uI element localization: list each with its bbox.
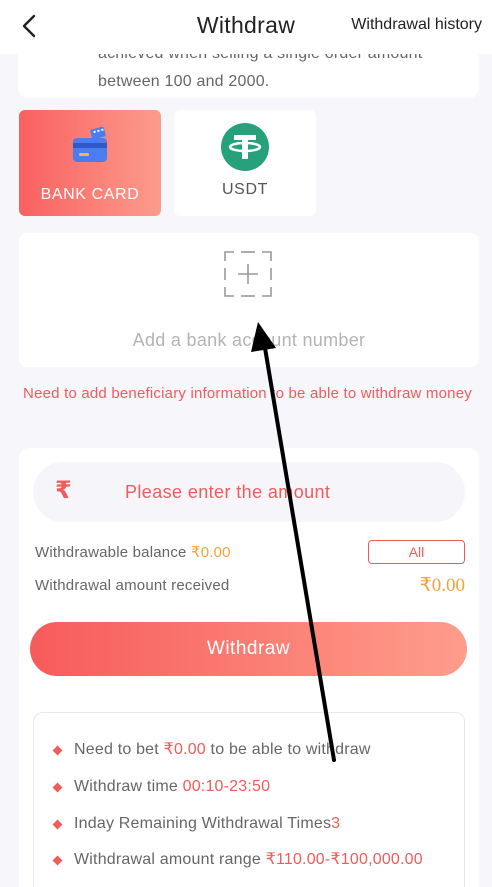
withdrawable-balance-row: Withdrawable balance ₹0.00 [35,543,231,561]
rule-bet-suffix: to be able to withdraw [205,741,371,758]
add-bank-account-label: Add a bank account number [132,330,366,350]
received-amount-value: ₹0.00 [419,575,465,596]
tab-bank-card[interactable]: BANK CARD [19,110,161,216]
usdt-tether-icon [221,123,269,171]
received-amount-label: Withdrawal amount received [35,577,230,594]
diamond-bullet-icon [52,745,63,756]
header-bar: Withdraw Withdrawal history [0,0,492,54]
rule-time-prefix: Withdraw time [74,778,183,795]
withdrawable-balance-value: ₹0.00 [190,544,231,561]
rupee-icon: ₹ [55,477,72,504]
rule-withdraw-time: Withdraw time 00:10-23:50 [52,774,454,800]
rule-range-prefix: Withdrawal amount range [74,851,266,868]
rule-time-value: 00:10-23:50 [182,778,271,795]
amount-input[interactable] [125,462,445,522]
beneficiary-warning: Need to add beneficiary information to b… [23,385,472,402]
withdrawable-balance-label: Withdrawable balance [35,544,191,561]
notice-line-2: between 100 and 2000. [98,73,270,90]
amount-field: ₹ [33,462,465,522]
tab-usdt-label: USDT [222,181,268,198]
rule-bet-prefix: Need to bet [74,741,164,758]
add-plus-icon [224,251,272,297]
rule-bet-requirement: Need to bet ₹0.00 to be able to withdraw [52,737,454,763]
rule-amount-range: Withdrawal amount range ₹110.00-₹100,000… [52,847,454,873]
withdraw-form-card: ₹ Withdrawable balance ₹0.00 All Withdra… [19,448,479,887]
rule-remaining-times: Inday Remaining Withdrawal Times3 [52,811,454,837]
rule-times-prefix: Inday Remaining Withdrawal Times [74,815,332,832]
withdraw-page: achieved when selling a single order amo… [0,0,492,887]
add-bank-account-card[interactable]: Add a bank account number [19,233,479,367]
withdrawal-history-link[interactable]: Withdrawal history [351,16,482,34]
diamond-bullet-icon [52,819,63,830]
diamond-bullet-icon [52,855,63,866]
all-button[interactable]: All [368,540,465,564]
bank-card-icon [73,126,107,162]
rule-bet-value: ₹0.00 [163,741,206,758]
withdraw-rules-box: Need to bet ₹0.00 to be able to withdraw… [33,712,465,887]
tab-usdt[interactable]: USDT [174,110,316,216]
rule-range-value: ₹110.00-₹100,000.00 [265,851,423,868]
tab-bank-card-label: BANK CARD [40,186,140,203]
diamond-bullet-icon [52,782,63,793]
rule-times-value: 3 [331,815,341,832]
withdraw-button[interactable]: Withdraw [30,622,467,676]
